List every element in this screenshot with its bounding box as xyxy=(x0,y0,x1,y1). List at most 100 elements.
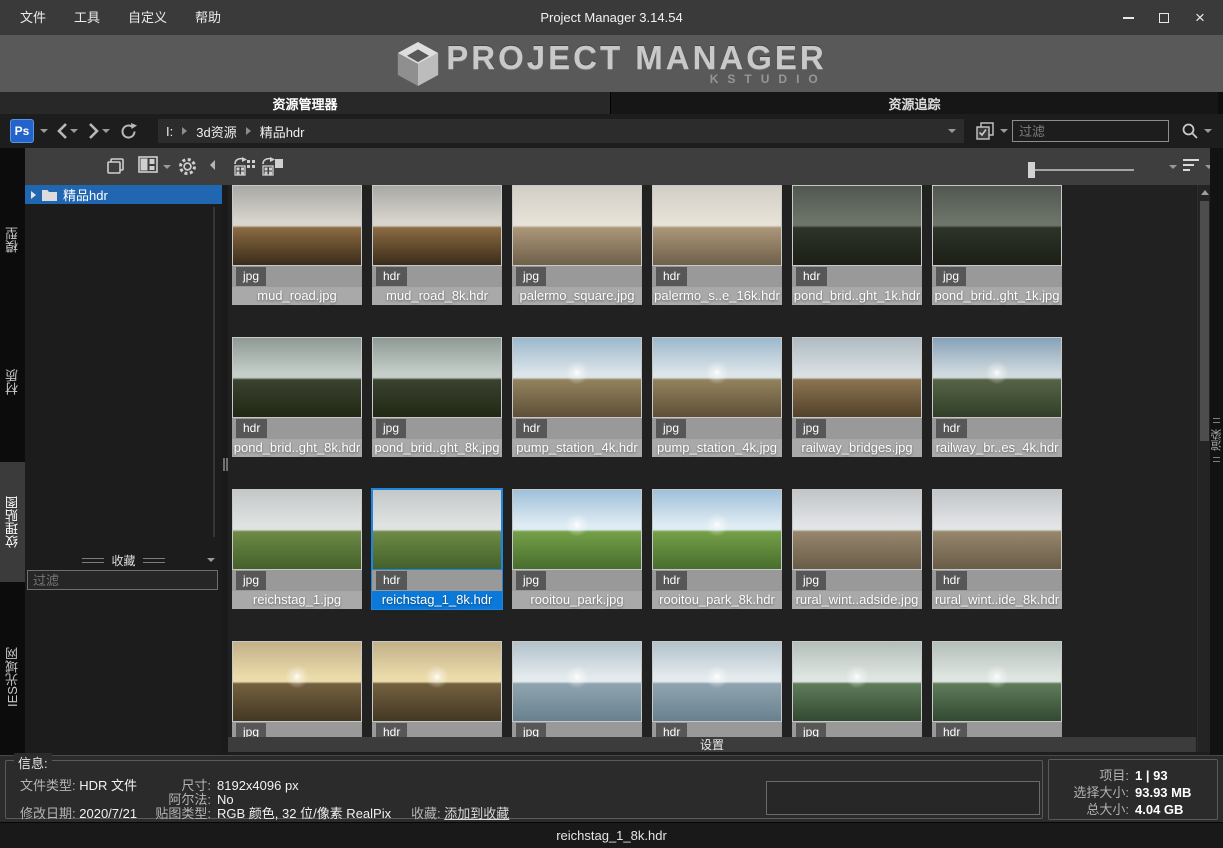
asset-tile-reichstag_1.jpg[interactable]: jpgreichstag_1.jpg xyxy=(232,489,362,609)
forward-button[interactable] xyxy=(84,122,104,140)
asset-tile-row4-23[interactable]: hdr xyxy=(932,641,1062,737)
menu-item-3[interactable]: 帮助 xyxy=(181,0,235,35)
asset-filename: railway_bridges.jpg xyxy=(792,439,922,457)
folder-icon xyxy=(41,188,58,201)
sidebar-tab-2[interactable]: 纹理贴图 xyxy=(0,462,25,582)
asset-tile-palermo_square.jpg[interactable]: jpgpalermo_square.jpg xyxy=(512,185,642,305)
tab-asset-manager[interactable]: 资源管理器 xyxy=(0,92,611,114)
add-to-favorites-link[interactable]: 添加到收藏 xyxy=(444,806,509,821)
asset-meta: hdr xyxy=(652,722,782,737)
asset-tile-pump_station_4k.hdr[interactable]: hdrpump_station_4k.hdr xyxy=(512,337,642,457)
status-filename: reichstag_1_8k.hdr xyxy=(556,828,667,843)
sort-icon[interactable] xyxy=(1183,159,1199,174)
asset-thumbnail xyxy=(512,185,642,266)
asset-tile-pond_brid..ght_8k.hdr[interactable]: hdrpond_brid..ght_8k.hdr xyxy=(232,337,362,457)
search-button[interactable] xyxy=(1180,122,1200,140)
asset-thumbnail xyxy=(932,337,1062,418)
asset-tile-row4-21[interactable]: hdr xyxy=(652,641,782,737)
back-button[interactable] xyxy=(52,122,72,140)
asset-tile-palermo_s..e_16k.hdr[interactable]: hdrpalermo_s..e_16k.hdr xyxy=(652,185,782,305)
asset-tile-rooitou_park.jpg[interactable]: jpgrooitou_park.jpg xyxy=(512,489,642,609)
update-thumbnails-small-button[interactable] xyxy=(232,156,257,177)
format-badge: hdr xyxy=(936,723,967,737)
title-bar: 文件工具自定义帮助 Project Manager 3.14.54 × xyxy=(0,0,1223,35)
asset-tile-row4-20[interactable]: jpg xyxy=(512,641,642,737)
asset-tile-mud_road_8k.hdr[interactable]: hdrmud_road_8k.hdr xyxy=(372,185,502,305)
sidebar-tab-3[interactable]: IES光域网 xyxy=(0,612,25,742)
sidebar-tab-1[interactable]: 材质 xyxy=(0,335,25,430)
tree-scrollbar[interactable] xyxy=(213,207,215,537)
close-button[interactable]: × xyxy=(1187,5,1213,31)
forward-dropdown-icon[interactable] xyxy=(102,129,110,133)
view-dropdown-icon[interactable] xyxy=(1169,165,1177,169)
grid-view-icon[interactable] xyxy=(1144,158,1162,176)
update-thumbnails-large-button[interactable] xyxy=(260,156,285,177)
asset-tile-rural_wint..adside.jpg[interactable]: jpgrural_wint..adside.jpg xyxy=(792,489,922,609)
asset-thumbnail xyxy=(792,337,922,418)
address-bar[interactable]: I: 3d资源 精品hdr xyxy=(158,119,964,143)
scrollbar-thumb[interactable] xyxy=(1200,201,1209,441)
info-groupbox: 信息: 文件类型: HDR 文件 修改日期: 2020/7/21 尺寸:8192… xyxy=(5,760,1043,819)
minimize-button[interactable] xyxy=(1115,5,1141,31)
sidebar-tab-0[interactable]: 模型 xyxy=(0,190,25,290)
breadcrumb-item-2[interactable]: 精品hdr xyxy=(260,122,305,141)
checked-layers-button[interactable] xyxy=(974,122,996,140)
settings-panel-header[interactable]: 设置 xyxy=(228,737,1196,752)
thumbnail-size-slider[interactable] xyxy=(1030,169,1134,171)
address-dropdown-icon[interactable] xyxy=(948,129,956,133)
asset-thumbnail xyxy=(512,489,642,570)
asset-tile-rural_wint..ide_8k.hdr[interactable]: hdrrural_wint..ide_8k.hdr xyxy=(932,489,1062,609)
stats-value: 93.93 MB xyxy=(1135,784,1191,801)
favorites-header[interactable]: 收藏 xyxy=(25,552,222,568)
breadcrumb-item-0[interactable]: I: xyxy=(166,124,173,139)
asset-tile-railway_br..es_4k.hdr[interactable]: hdrrailway_br..es_4k.hdr xyxy=(932,337,1062,457)
asset-thumbnail xyxy=(512,641,642,722)
format-badge: jpg xyxy=(516,267,546,286)
asset-meta: jpgrural_wint..adside.jpg xyxy=(792,570,922,609)
refresh-button[interactable] xyxy=(118,122,138,140)
asset-tile-pond_brid..ght_1k.hdr[interactable]: hdrpond_brid..ght_1k.hdr xyxy=(792,185,922,305)
asset-tile-row4-18[interactable]: jpg xyxy=(232,641,362,737)
filter-input[interactable] xyxy=(1012,120,1169,142)
photoshop-dropdown-icon[interactable] xyxy=(40,129,48,133)
settings-label: 设置 xyxy=(700,736,724,753)
format-badge: jpg xyxy=(516,723,546,737)
menu-item-0[interactable]: 文件 xyxy=(6,0,60,35)
asset-filename: pond_brid..ght_1k.hdr xyxy=(792,287,922,305)
tree-item-folder[interactable]: 精品hdr xyxy=(25,185,222,204)
menu-item-1[interactable]: 工具 xyxy=(60,0,114,35)
asset-meta: hdrreichstag_1_8k.hdr xyxy=(372,570,502,609)
search-dropdown-icon[interactable] xyxy=(1204,129,1212,133)
asset-tile-railway_bridges.jpg[interactable]: jpgrailway_bridges.jpg xyxy=(792,337,922,457)
grid-scrollbar[interactable] xyxy=(1197,185,1210,752)
menu-item-2[interactable]: 自定义 xyxy=(114,0,181,35)
asset-tile-pond_brid..ght_1k.jpg[interactable]: jpgpond_brid..ght_1k.jpg xyxy=(932,185,1062,305)
scroll-up-icon[interactable] xyxy=(1201,190,1209,195)
asset-tile-mud_road.jpg[interactable]: jpgmud_road.jpg xyxy=(232,185,362,305)
logo-text: PROJECT MANAGER xyxy=(446,41,827,75)
asset-tile-row4-22[interactable]: jpg xyxy=(792,641,922,737)
asset-filename: pump_station_4k.hdr xyxy=(512,439,642,457)
favorites-dropdown-icon[interactable] xyxy=(207,558,215,562)
asset-tile-reichstag_1_8k.hdr[interactable]: hdrreichstag_1_8k.hdr xyxy=(372,489,502,609)
stacked-folders-icon[interactable] xyxy=(106,156,126,176)
layout-dropdown-icon[interactable] xyxy=(163,165,171,169)
thumbnail-size-slider-handle[interactable] xyxy=(1028,162,1035,178)
asset-tile-pond_brid..ght_8k.jpg[interactable]: jpgpond_brid..ght_8k.jpg xyxy=(372,337,502,457)
layout-view-button[interactable] xyxy=(138,156,158,174)
favorites-filter-input[interactable] xyxy=(27,570,218,590)
render-panel-handle[interactable]: 渲染 xyxy=(1210,418,1223,462)
asset-tile-pump_station_4k.jpg[interactable]: jpgpump_station_4k.jpg xyxy=(652,337,782,457)
collapse-tree-icon[interactable] xyxy=(210,160,215,170)
photoshop-button[interactable]: Ps xyxy=(10,119,34,143)
maximize-button[interactable] xyxy=(1151,5,1177,31)
breadcrumb-item-1[interactable]: 3d资源 xyxy=(196,122,236,141)
layers-dropdown-icon[interactable] xyxy=(1000,129,1008,133)
gear-icon[interactable] xyxy=(177,156,198,177)
expand-arrow-icon[interactable] xyxy=(31,191,36,199)
asset-tile-rooitou_park_8k.hdr[interactable]: hdrrooitou_park_8k.hdr xyxy=(652,489,782,609)
tab-asset-tracking[interactable]: 资源追踪 xyxy=(611,92,1218,114)
asset-tile-row4-19[interactable]: hdr xyxy=(372,641,502,737)
back-dropdown-icon[interactable] xyxy=(70,129,78,133)
asset-meta: jpgpalermo_square.jpg xyxy=(512,266,642,305)
